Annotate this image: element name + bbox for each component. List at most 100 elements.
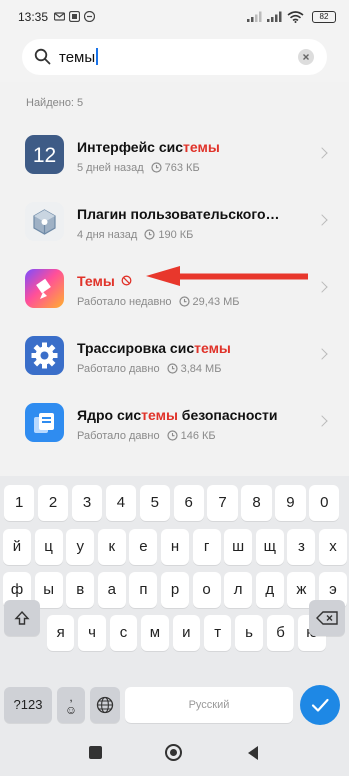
clock-icon <box>151 162 162 173</box>
key-г[interactable]: г <box>192 529 221 565</box>
battery-indicator: 82 <box>312 11 336 23</box>
key-3[interactable]: 3 <box>71 485 103 521</box>
key-б[interactable]: б <box>266 615 295 651</box>
miui-12-icon: 12 <box>25 135 64 174</box>
chevron-right-icon <box>316 281 328 293</box>
key-е[interactable]: е <box>129 529 158 565</box>
key-7[interactable]: 7 <box>207 485 238 521</box>
result-meta: Работало давно 3,84 МБ <box>77 363 221 375</box>
key-й[interactable]: й <box>3 529 31 565</box>
key-0[interactable]: 0 <box>309 485 340 521</box>
key-щ[interactable]: щ <box>255 529 284 565</box>
result-meta: Работало давно 146 КБ <box>77 430 216 442</box>
result-age: Работало недавно <box>77 296 172 308</box>
key-ц[interactable]: ц <box>34 529 63 565</box>
clock-icon <box>144 229 155 240</box>
security-core-icon <box>25 403 64 442</box>
result-age: Работало давно <box>77 430 160 442</box>
list-item[interactable]: Ядро системы безопасности Работало давно… <box>0 390 349 457</box>
language-key[interactable] <box>90 687 120 723</box>
signal-icon-2 <box>267 11 282 22</box>
result-title: Трассировка системы <box>77 340 231 356</box>
list-item[interactable]: Плагин пользовательского… 4 дня назад 190… <box>0 189 349 256</box>
clock-icon <box>166 363 178 374</box>
signal-icon-1 <box>247 11 262 22</box>
text-cursor <box>96 48 98 65</box>
key-я[interactable]: я <box>47 615 75 651</box>
result-size: 3,84 МБ <box>180 363 222 375</box>
back-button[interactable] <box>246 745 260 761</box>
comma-label: , <box>69 690 73 704</box>
key-а[interactable]: а <box>97 572 126 608</box>
key-у[interactable]: у <box>66 529 95 565</box>
result-size: 763 КБ <box>164 162 200 174</box>
key-с[interactable]: с <box>109 615 138 651</box>
search-input[interactable]: темы <box>59 48 98 66</box>
key-д[interactable]: д <box>255 572 284 608</box>
result-meta: 5 дней назад 763 КБ <box>77 162 200 174</box>
result-age: Работало давно <box>77 363 160 375</box>
enter-key[interactable] <box>300 685 340 725</box>
key-6[interactable]: 6 <box>173 485 204 521</box>
key-и[interactable]: и <box>172 615 200 651</box>
search-bar-area: темы <box>0 34 349 82</box>
key-х[interactable]: х <box>319 529 347 565</box>
mail-icon <box>54 12 65 21</box>
result-meta: Работало недавно 29,43 МБ <box>77 296 240 308</box>
key-ш[interactable]: ш <box>224 529 253 565</box>
list-item[interactable]: Трассировка системы Работало давно 3,84 М… <box>0 323 349 390</box>
key-т[interactable]: т <box>204 615 232 651</box>
shift-key[interactable] <box>4 600 40 636</box>
key-1[interactable]: 1 <box>4 485 35 521</box>
status-bar: 13:35 82 <box>0 0 349 34</box>
clock: 13:35 <box>18 10 49 24</box>
chevron-right-icon <box>316 214 328 226</box>
gear-icon <box>25 336 64 375</box>
chevron-right-icon <box>316 147 328 159</box>
result-title: Темы <box>77 273 132 289</box>
key-4[interactable]: 4 <box>105 485 137 521</box>
notification-icon <box>69 11 80 22</box>
svg-text:12: 12 <box>33 144 56 167</box>
clock-icon <box>178 296 190 307</box>
wifi-icon <box>287 11 304 23</box>
emoji-key[interactable]: , ☺ <box>57 687 85 723</box>
space-key[interactable]: Русский <box>125 687 293 723</box>
annotation-arrow <box>146 266 308 286</box>
app-notification-icon <box>84 11 95 22</box>
result-age: 4 дня назад <box>77 229 138 241</box>
home-button[interactable] <box>165 744 182 761</box>
key-5[interactable]: 5 <box>139 485 170 521</box>
key-9[interactable]: 9 <box>275 485 306 521</box>
key-з[interactable]: з <box>287 529 316 565</box>
result-size: 146 КБ <box>180 430 216 442</box>
search-query-text: темы <box>59 49 96 66</box>
list-item[interactable]: 12 Интерфейс системы 5 дней назад 763 КБ <box>0 122 349 189</box>
key-м[interactable]: м <box>141 615 169 651</box>
key-к[interactable]: к <box>97 529 126 565</box>
key-8[interactable]: 8 <box>241 485 272 521</box>
backspace-key[interactable] <box>309 600 345 636</box>
key-о[interactable]: о <box>192 572 221 608</box>
symbols-key[interactable]: ?123 <box>4 687 52 723</box>
globe-icon <box>96 696 114 714</box>
key-р[interactable]: р <box>161 572 189 608</box>
result-title: Ядро системы безопасности <box>77 407 278 423</box>
result-title: Интерфейс системы <box>77 139 220 155</box>
key-л[interactable]: л <box>224 572 253 608</box>
search-field[interactable]: темы <box>22 39 327 75</box>
key-2[interactable]: 2 <box>37 485 69 521</box>
key-в[interactable]: в <box>66 572 95 608</box>
chevron-right-icon <box>316 415 328 427</box>
navigation-bar <box>0 731 349 776</box>
key-п[interactable]: п <box>129 572 158 608</box>
key-ч[interactable]: ч <box>78 615 106 651</box>
key-н[interactable]: н <box>161 529 189 565</box>
results-count: Найдено: 5 <box>26 97 84 109</box>
emoji-icon: ☺ <box>64 703 78 717</box>
result-title: Плагин пользовательского… <box>77 206 280 222</box>
key-ь[interactable]: ь <box>235 615 263 651</box>
clear-search-button[interactable] <box>298 49 314 65</box>
recents-button[interactable] <box>89 746 102 759</box>
result-age: 5 дней назад <box>77 162 144 174</box>
